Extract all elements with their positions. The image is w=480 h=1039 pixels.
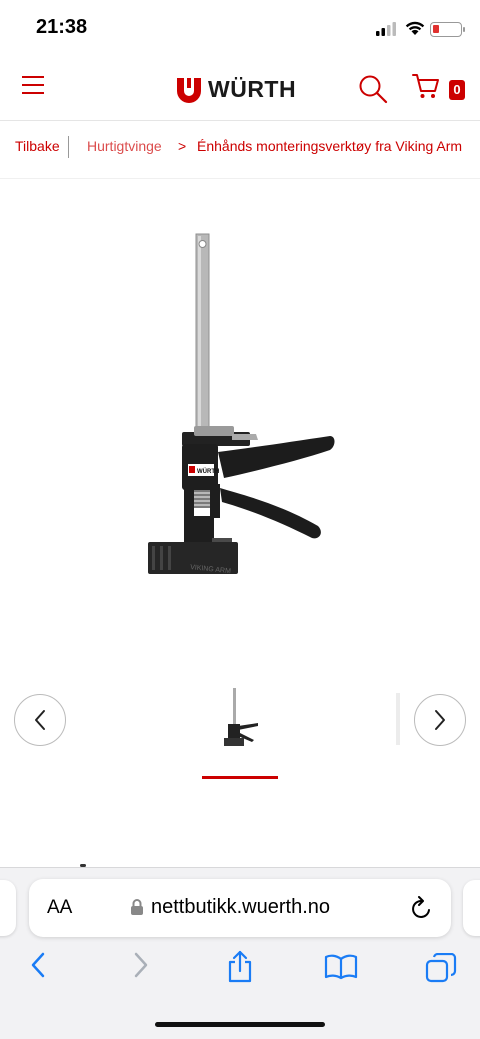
- menu-icon-line: [22, 92, 44, 94]
- product-brand-label: WÜRTH: [197, 468, 219, 475]
- wurth-logo[interactable]: WÜRTH: [176, 76, 296, 103]
- breadcrumb-separator: >: [178, 138, 187, 154]
- next-tab-peek[interactable]: [463, 880, 480, 936]
- breadcrumb-parent-link[interactable]: Hurtigtvinge: [87, 138, 162, 154]
- carousel-next-button[interactable]: [414, 694, 466, 746]
- menu-button[interactable]: [20, 74, 48, 98]
- breadcrumb-back-link[interactable]: Tilbake: [15, 138, 60, 154]
- address-bar[interactable]: AA nettbutikk.wuerth.no: [29, 879, 451, 937]
- forward-icon[interactable]: [131, 950, 151, 980]
- header-divider: [0, 120, 480, 121]
- logo-text: WÜRTH: [208, 76, 297, 102]
- status-time: 21:38: [36, 16, 88, 38]
- active-thumbnail-indicator: [202, 776, 278, 779]
- bookmarks-icon[interactable]: [324, 954, 358, 980]
- chevron-right-icon: [435, 710, 445, 730]
- search-icon[interactable]: [358, 74, 388, 104]
- lock-icon: [131, 899, 143, 915]
- reload-icon[interactable]: [411, 896, 433, 920]
- wurth-logo-icon: [177, 77, 201, 103]
- battery-nub: [463, 27, 465, 32]
- carousel-prev-button[interactable]: [14, 694, 66, 746]
- next-thumbnail-edge[interactable]: [396, 693, 400, 745]
- tabs-icon[interactable]: [425, 953, 457, 983]
- breadcrumb: Tilbake Hurtigtvinge > Énhånds montering…: [0, 136, 480, 160]
- wifi-icon: [405, 21, 425, 35]
- home-indicator: [155, 1022, 325, 1027]
- cellular-signal-icon: [376, 22, 396, 36]
- url-text: nettbutikk.wuerth.no: [151, 896, 330, 918]
- text-size-button[interactable]: AA: [47, 897, 72, 919]
- product-image[interactable]: WÜRTH VIKING ARM: [140, 226, 340, 586]
- site-header: WÜRTH: [0, 58, 480, 120]
- share-icon[interactable]: [226, 950, 254, 984]
- breadcrumb-bottom-divider: [0, 178, 480, 179]
- status-bar: 21:38: [0, 0, 480, 58]
- cart-icon[interactable]: [412, 72, 440, 100]
- previous-tab-peek[interactable]: [0, 880, 16, 936]
- chevron-left-icon: [35, 710, 45, 730]
- breadcrumb-current: Énhånds monteringsverktøy fra Viking Arm: [197, 138, 463, 154]
- battery-level: [433, 25, 439, 33]
- battery-icon: [430, 22, 462, 37]
- cart-count-badge[interactable]: 0: [449, 80, 465, 100]
- breadcrumb-divider: [68, 136, 69, 158]
- menu-icon-line: [22, 76, 44, 78]
- menu-icon-line: [22, 84, 44, 86]
- product-thumbnail[interactable]: [216, 688, 266, 754]
- back-icon[interactable]: [28, 950, 48, 980]
